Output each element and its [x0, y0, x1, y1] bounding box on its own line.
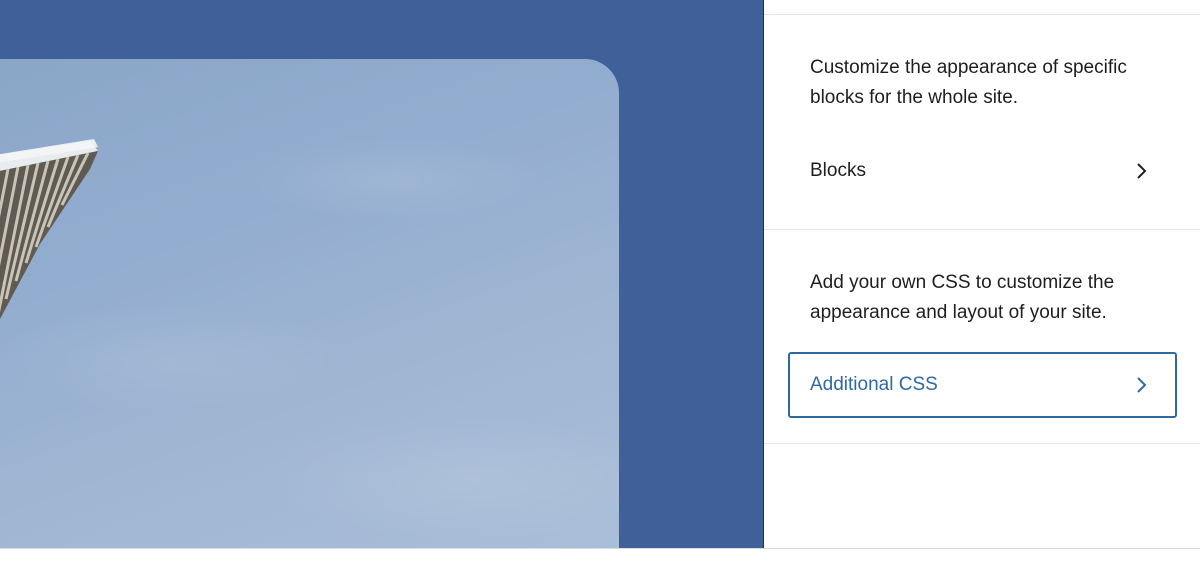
- global-styles-sidebar: Customize the appearance of specific blo…: [763, 0, 1200, 548]
- section-divider: [764, 229, 1200, 230]
- blocks-description: Customize the appearance of specific blo…: [810, 57, 1127, 108]
- section-divider: [764, 443, 1200, 444]
- chevron-right-icon: [1137, 163, 1147, 179]
- editor-canvas-preview: [0, 0, 763, 548]
- section-divider: [764, 14, 1200, 15]
- chevron-right-icon: [1137, 377, 1147, 393]
- footer-border: [0, 548, 1200, 549]
- preview-image: [0, 59, 619, 548]
- additional-css-nav-button[interactable]: Additional CSS: [788, 352, 1177, 418]
- blocks-nav-button[interactable]: Blocks: [788, 138, 1177, 204]
- css-description: Add your own CSS to customize the appear…: [810, 272, 1115, 323]
- blocks-nav-label: Blocks: [810, 160, 866, 181]
- building-overhang-graphic: [0, 139, 98, 319]
- additional-css-nav-label: Additional CSS: [810, 374, 938, 395]
